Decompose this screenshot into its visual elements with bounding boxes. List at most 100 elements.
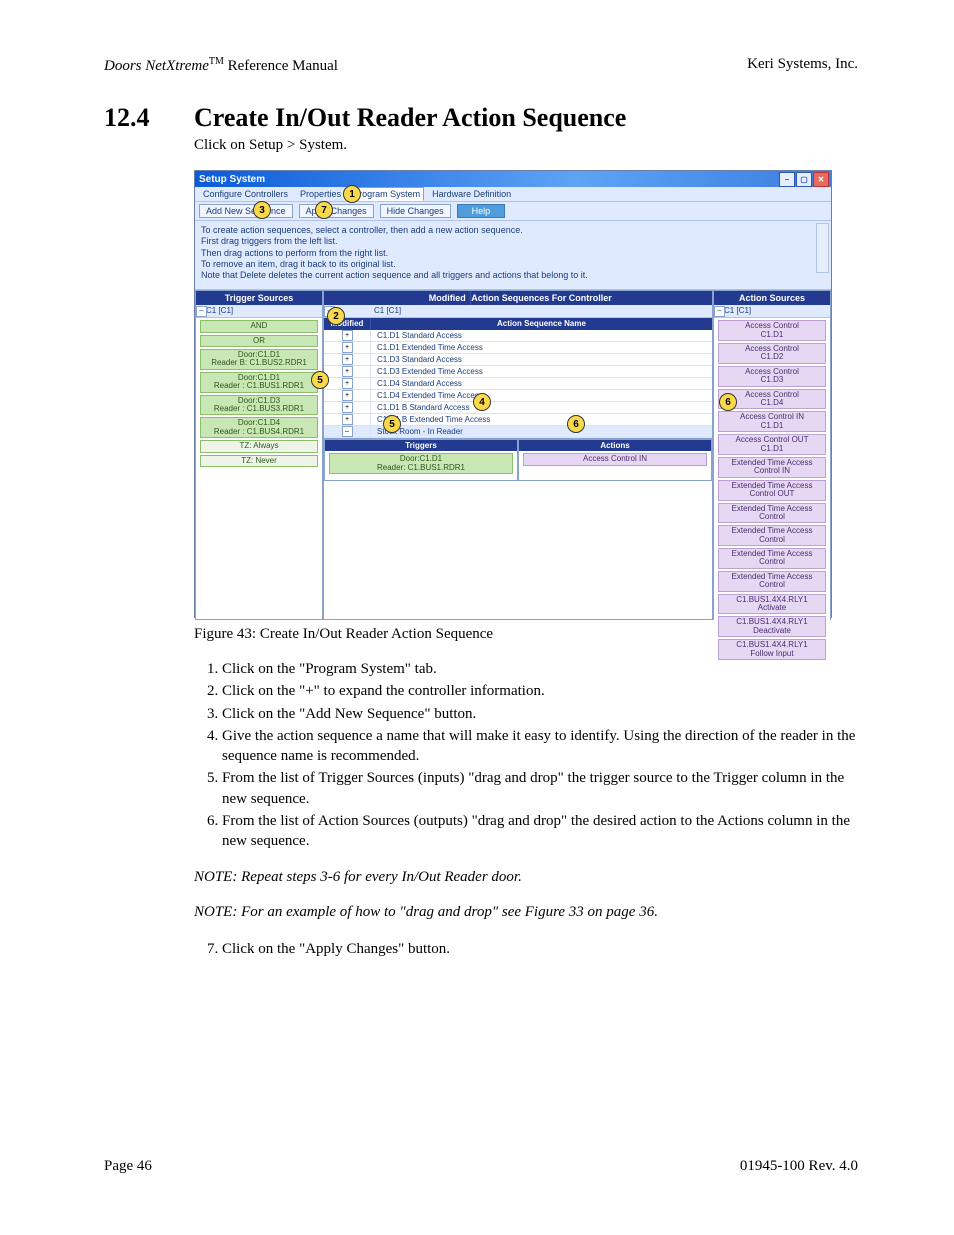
dropped-action[interactable]: Access Control IN: [523, 453, 707, 465]
callout-5: 5: [311, 371, 329, 389]
help-scrollbar[interactable]: [816, 223, 829, 273]
step-item: Click on the "Apply Changes" button.: [222, 939, 858, 959]
step-item: Click on the "+" to expand the controlle…: [222, 681, 858, 701]
action-item[interactable]: Extended Time AccessControl: [718, 571, 826, 592]
help-button[interactable]: Help: [457, 204, 506, 218]
callout-6b: 6: [719, 393, 737, 411]
callout-1: 1: [343, 185, 361, 203]
sequence-row[interactable]: +C1.D1 Extended Time Access: [324, 342, 712, 354]
figure-43: Setup System – ▢ ✕ Configure Controllers…: [194, 170, 858, 618]
sequence-row[interactable]: +C1.D4 Extended Time Access: [324, 390, 712, 402]
footer-page: Page 46: [104, 1158, 152, 1175]
action-sources-header: Action Sources: [714, 291, 830, 305]
action-item[interactable]: Extended Time AccessControl: [718, 503, 826, 524]
step-item: From the list of Action Sources (outputs…: [222, 811, 858, 852]
trigger-item[interactable]: Door:C1.D1Reader B: C1.BUS2.RDR1: [200, 349, 318, 370]
action-item[interactable]: C1.BUS1.4X4.RLY1Follow Input: [718, 639, 826, 660]
trigger-item[interactable]: TZ: Always: [200, 440, 318, 452]
trigger-sources-panel: Trigger Sources –C1 [C1] AND OR Door:C1.…: [195, 290, 323, 620]
action-item[interactable]: Access Control INC1.D1: [718, 411, 826, 432]
plus-icon[interactable]: +: [342, 342, 353, 353]
trigger-item[interactable]: Door:C1.D4Reader : C1.BUS4.RDR1: [200, 417, 318, 438]
help-panel: To create action sequences, select a con…: [195, 221, 831, 290]
sequences-panel: ModifiedAction Sequences For Controller …: [323, 290, 713, 620]
action-item[interactable]: C1.BUS1.4X4.RLY1Deactivate: [718, 616, 826, 637]
tab-hardware-definition[interactable]: Hardware Definition: [428, 187, 515, 201]
plus-icon[interactable]: +: [342, 402, 353, 413]
action-item[interactable]: Extended Time AccessControl OUT: [718, 480, 826, 501]
sequence-row[interactable]: +C1.D4 Standard Access: [324, 378, 712, 390]
new-sequence-editor: Triggers Door:C1.D1Reader: C1.BUS1.RDR1 …: [324, 438, 712, 481]
page-footer: Page 46 01945-100 Rev. 4.0: [104, 1158, 858, 1175]
plus-icon[interactable]: +: [342, 414, 353, 425]
plus-icon[interactable]: +: [342, 330, 353, 341]
note-2: NOTE: For an example of how to "drag and…: [194, 904, 858, 921]
add-new-sequence-button[interactable]: Add New Sequence: [199, 204, 293, 218]
steps-list: Click on the "Program System" tab. Click…: [194, 659, 858, 851]
callout-7: 7: [315, 201, 333, 219]
note-1: NOTE: Repeat steps 3-6 for every In/Out …: [194, 869, 858, 886]
action-item[interactable]: Extended Time AccessControl: [718, 525, 826, 546]
trigger-source-list[interactable]: AND OR Door:C1.D1Reader B: C1.BUS2.RDR1 …: [196, 318, 322, 619]
action-item[interactable]: Access ControlC1.D2: [718, 343, 826, 364]
callout-2: 2: [327, 307, 345, 325]
sequence-row[interactable]: +C1.D1 B Standard Access: [324, 402, 712, 414]
hide-changes-button[interactable]: Hide Changes: [380, 204, 451, 218]
plus-icon[interactable]: +: [342, 378, 353, 389]
triggers-column[interactable]: Triggers Door:C1.D1Reader: C1.BUS1.RDR1: [324, 439, 518, 481]
plus-icon[interactable]: +: [342, 354, 353, 365]
callout-5b: 5: [383, 415, 401, 433]
toolbar: Add New Sequence Apply Changes Hide Chan…: [195, 202, 831, 221]
sequence-row[interactable]: +C1.D1 Standard Access: [324, 330, 712, 342]
close-icon[interactable]: ✕: [813, 172, 829, 187]
intro-text: Click on Setup > System.: [194, 137, 858, 154]
action-controller-row[interactable]: –C1 [C1]: [714, 305, 830, 318]
maximize-icon[interactable]: ▢: [796, 172, 812, 187]
minus-icon[interactable]: –: [714, 306, 725, 317]
step-item: From the list of Trigger Sources (inputs…: [222, 768, 858, 809]
action-sources-panel: Action Sources –C1 [C1] Access ControlC1…: [713, 290, 831, 620]
step-item: Click on the "Add New Sequence" button.: [222, 704, 858, 724]
page-header: Doors NetXtremeTM Reference Manual Keri …: [104, 56, 858, 75]
trigger-item[interactable]: AND: [200, 320, 318, 332]
plus-icon[interactable]: +: [342, 390, 353, 401]
apply-changes-button[interactable]: Apply Changes: [299, 204, 374, 218]
tab-configure-controllers[interactable]: Configure Controllers: [199, 187, 292, 201]
action-item[interactable]: Access ControlC1.D3: [718, 366, 826, 387]
callout-6: 6: [567, 415, 585, 433]
header-right: Keri Systems, Inc.: [747, 56, 858, 75]
window-title: Setup System: [199, 174, 265, 185]
callout-4: 4: [473, 393, 491, 411]
step-item: Click on the "Program System" tab.: [222, 659, 858, 679]
minus-icon[interactable]: –: [342, 426, 353, 437]
action-source-list[interactable]: Access ControlC1.D1 Access ControlC1.D2 …: [714, 318, 830, 662]
actions-column[interactable]: Actions Access Control IN: [518, 439, 712, 481]
action-item[interactable]: Extended Time AccessControl IN: [718, 457, 826, 478]
action-item[interactable]: C1.BUS1.4X4.RLY1Activate: [718, 594, 826, 615]
footer-rev: 01945-100 Rev. 4.0: [740, 1158, 858, 1175]
trigger-item[interactable]: OR: [200, 335, 318, 347]
trigger-controller-row[interactable]: –C1 [C1]: [196, 305, 322, 318]
trigger-sources-header: Trigger Sources: [196, 291, 322, 305]
sequences-controller-row[interactable]: –C1 [C1]: [324, 305, 712, 318]
sequence-row-new[interactable]: –Stock Room - In Reader: [324, 426, 712, 438]
sequence-row[interactable]: +C1.D3 Extended Time Access: [324, 366, 712, 378]
trigger-item[interactable]: Door:C1.D3Reader : C1.BUS3.RDR1: [200, 395, 318, 416]
action-item[interactable]: Access ControlC1.D1: [718, 320, 826, 341]
tab-properties[interactable]: Properties: [296, 187, 345, 201]
sequence-row[interactable]: +C1.D3 Standard Access: [324, 354, 712, 366]
minus-icon[interactable]: –: [196, 306, 207, 317]
dropped-trigger[interactable]: Door:C1.D1Reader: C1.BUS1.RDR1: [329, 453, 513, 474]
action-item[interactable]: Access Control OUTC1.D1: [718, 434, 826, 455]
step-item: Give the action sequence a name that wil…: [222, 726, 858, 767]
header-left: Doors NetXtremeTM Reference Manual: [104, 56, 338, 75]
window-titlebar: Setup System – ▢ ✕: [195, 171, 831, 187]
section-heading: 12.4Create In/Out Reader Action Sequence: [104, 103, 858, 133]
action-item[interactable]: Extended Time AccessControl: [718, 548, 826, 569]
callout-3: 3: [253, 201, 271, 219]
minimize-icon[interactable]: –: [779, 172, 795, 187]
steps-list-cont: Click on the "Apply Changes" button.: [194, 939, 858, 959]
plus-icon[interactable]: +: [342, 366, 353, 377]
trigger-item[interactable]: Door:C1.D1Reader : C1.BUS1.RDR1: [200, 372, 318, 393]
trigger-item[interactable]: TZ: Never: [200, 455, 318, 467]
